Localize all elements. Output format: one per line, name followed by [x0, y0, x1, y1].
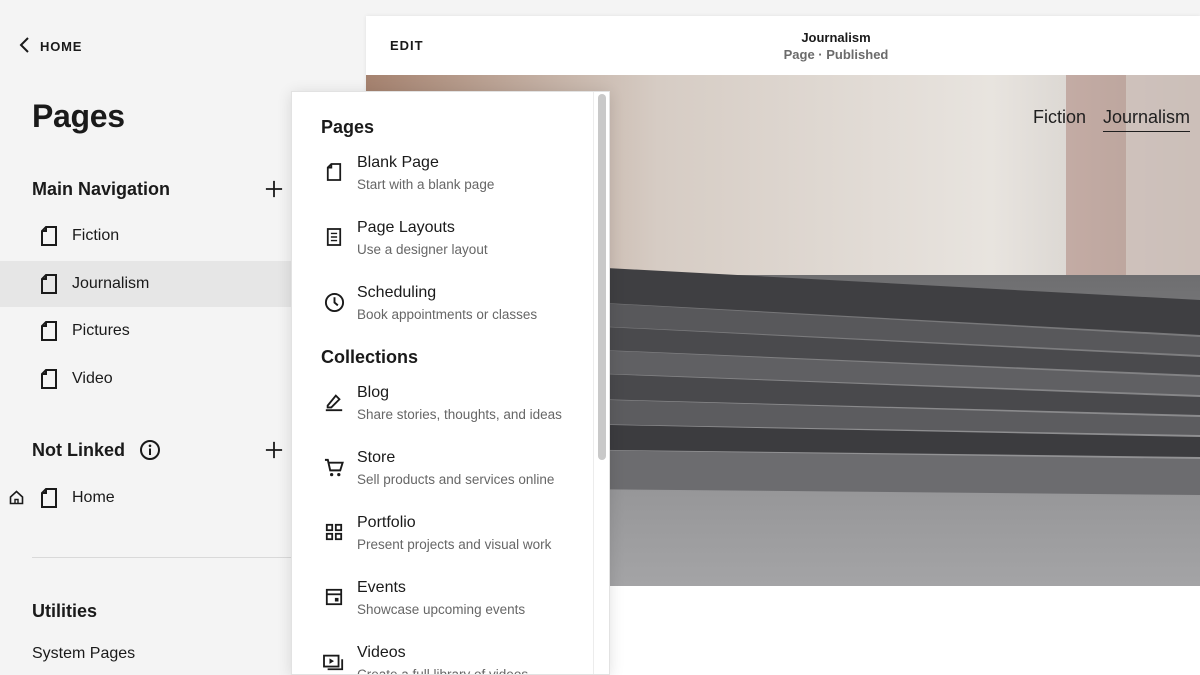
add-page-button[interactable] — [264, 179, 284, 199]
pages-sidebar: HOME Pages Main Navigation Fiction Journ… — [0, 0, 296, 675]
menu-item-subtitle: Use a designer layout — [357, 242, 488, 257]
main-navigation-heading: Main Navigation — [32, 178, 171, 199]
page-icon — [40, 487, 58, 509]
not-linked-heading-wrap: Not Linked — [32, 439, 161, 461]
sidebar-item-pictures[interactable]: Pictures — [0, 308, 296, 354]
utilities-heading: Utilities — [32, 601, 98, 621]
menu-item-page-layouts[interactable]: Page Layouts Use a designer layout — [292, 219, 592, 273]
menu-item-videos[interactable]: Videos Create a full library of videos — [292, 644, 592, 675]
page-icon — [40, 368, 58, 390]
menu-item-title: Blog — [357, 384, 390, 401]
menu-item-portfolio[interactable]: Portfolio Present projects and visual wo… — [292, 514, 592, 568]
sidebar-item-label: Journalism — [72, 275, 150, 292]
sidebar-item-label: Home — [72, 489, 115, 506]
menu-item-blog[interactable]: Blog Share stories, thoughts, and ideas — [292, 384, 592, 438]
video-library-icon — [322, 650, 346, 674]
site-navigation: Fiction Journalism — [1033, 107, 1190, 132]
not-linked-header: Not Linked — [32, 436, 284, 464]
menu-scroll-track — [593, 92, 594, 674]
menu-item-title: Videos — [357, 644, 406, 661]
sidebar-item-system-pages[interactable]: System Pages — [32, 645, 135, 663]
menu-item-store[interactable]: Store Sell products and services online — [292, 449, 592, 503]
sidebar-item-home[interactable]: Home — [0, 475, 296, 521]
menu-item-subtitle: Share stories, thoughts, and ideas — [357, 407, 562, 422]
menu-item-title: Blank Page — [357, 154, 439, 171]
menu-item-subtitle: Sell products and services online — [357, 472, 555, 487]
not-linked-heading: Not Linked — [32, 439, 125, 460]
blank-page-icon — [322, 160, 346, 184]
menu-group-collections: Collections — [321, 347, 419, 367]
sidebar-item-label: Video — [72, 370, 113, 387]
layout-icon — [322, 225, 346, 249]
site-nav-journalism[interactable]: Journalism — [1102, 107, 1190, 132]
pen-icon — [322, 390, 346, 414]
add-page-menu: Pages Blank Page Start with a blank page… — [291, 91, 610, 675]
page-icon — [40, 225, 58, 247]
menu-item-subtitle: Book appointments or classes — [357, 307, 538, 322]
menu-item-scheduling[interactable]: Scheduling Book appointments or classes — [292, 284, 592, 338]
edit-button[interactable]: EDIT — [390, 38, 424, 53]
preview-page-info: Journalism Page · Published — [784, 29, 889, 63]
menu-item-blank-page[interactable]: Blank Page Start with a blank page — [292, 154, 592, 208]
menu-item-subtitle: Present projects and visual work — [357, 537, 552, 552]
add-unlinked-page-button[interactable] — [264, 440, 284, 460]
menu-item-title: Events — [357, 579, 406, 596]
preview-page-name: Journalism — [801, 30, 871, 45]
sidebar-item-label: Pictures — [72, 322, 130, 339]
site-nav-fiction[interactable]: Fiction — [1033, 107, 1086, 132]
page-icon — [40, 273, 58, 295]
main-navigation-header: Main Navigation — [32, 175, 284, 203]
sidebar-item-fiction[interactable]: Fiction — [0, 213, 296, 259]
plus-icon — [265, 180, 283, 198]
sidebar-item-journalism[interactable]: Journalism — [0, 261, 296, 307]
menu-item-subtitle: Start with a blank page — [357, 177, 495, 192]
menu-item-subtitle: Create a full library of videos — [357, 667, 529, 675]
menu-item-subtitle: Showcase upcoming events — [357, 602, 526, 617]
grid-icon — [322, 520, 346, 544]
menu-item-title: Store — [357, 449, 396, 466]
plus-icon — [265, 441, 283, 459]
sidebar-item-video[interactable]: Video — [0, 356, 296, 402]
menu-group-pages: Pages — [321, 117, 375, 137]
sidebar-item-label: Fiction — [72, 227, 120, 244]
calendar-icon — [322, 585, 346, 609]
menu-item-title: Portfolio — [357, 514, 416, 531]
back-home-link[interactable]: HOME — [18, 36, 82, 56]
menu-scrollbar[interactable] — [598, 94, 606, 460]
menu-item-title: Scheduling — [357, 284, 437, 301]
sidebar-divider — [32, 557, 292, 558]
preview-page-status: Page · Published — [783, 47, 889, 62]
back-label: HOME — [40, 38, 83, 54]
clock-icon — [322, 290, 346, 314]
info-icon[interactable] — [139, 439, 161, 461]
menu-item-events[interactable]: Events Showcase upcoming events — [292, 579, 592, 633]
chevron-left-icon — [18, 36, 32, 56]
cart-icon — [322, 455, 346, 479]
menu-item-title: Page Layouts — [357, 219, 455, 236]
page-title: Pages — [32, 98, 125, 134]
homepage-icon — [9, 490, 24, 505]
page-icon — [40, 320, 58, 342]
